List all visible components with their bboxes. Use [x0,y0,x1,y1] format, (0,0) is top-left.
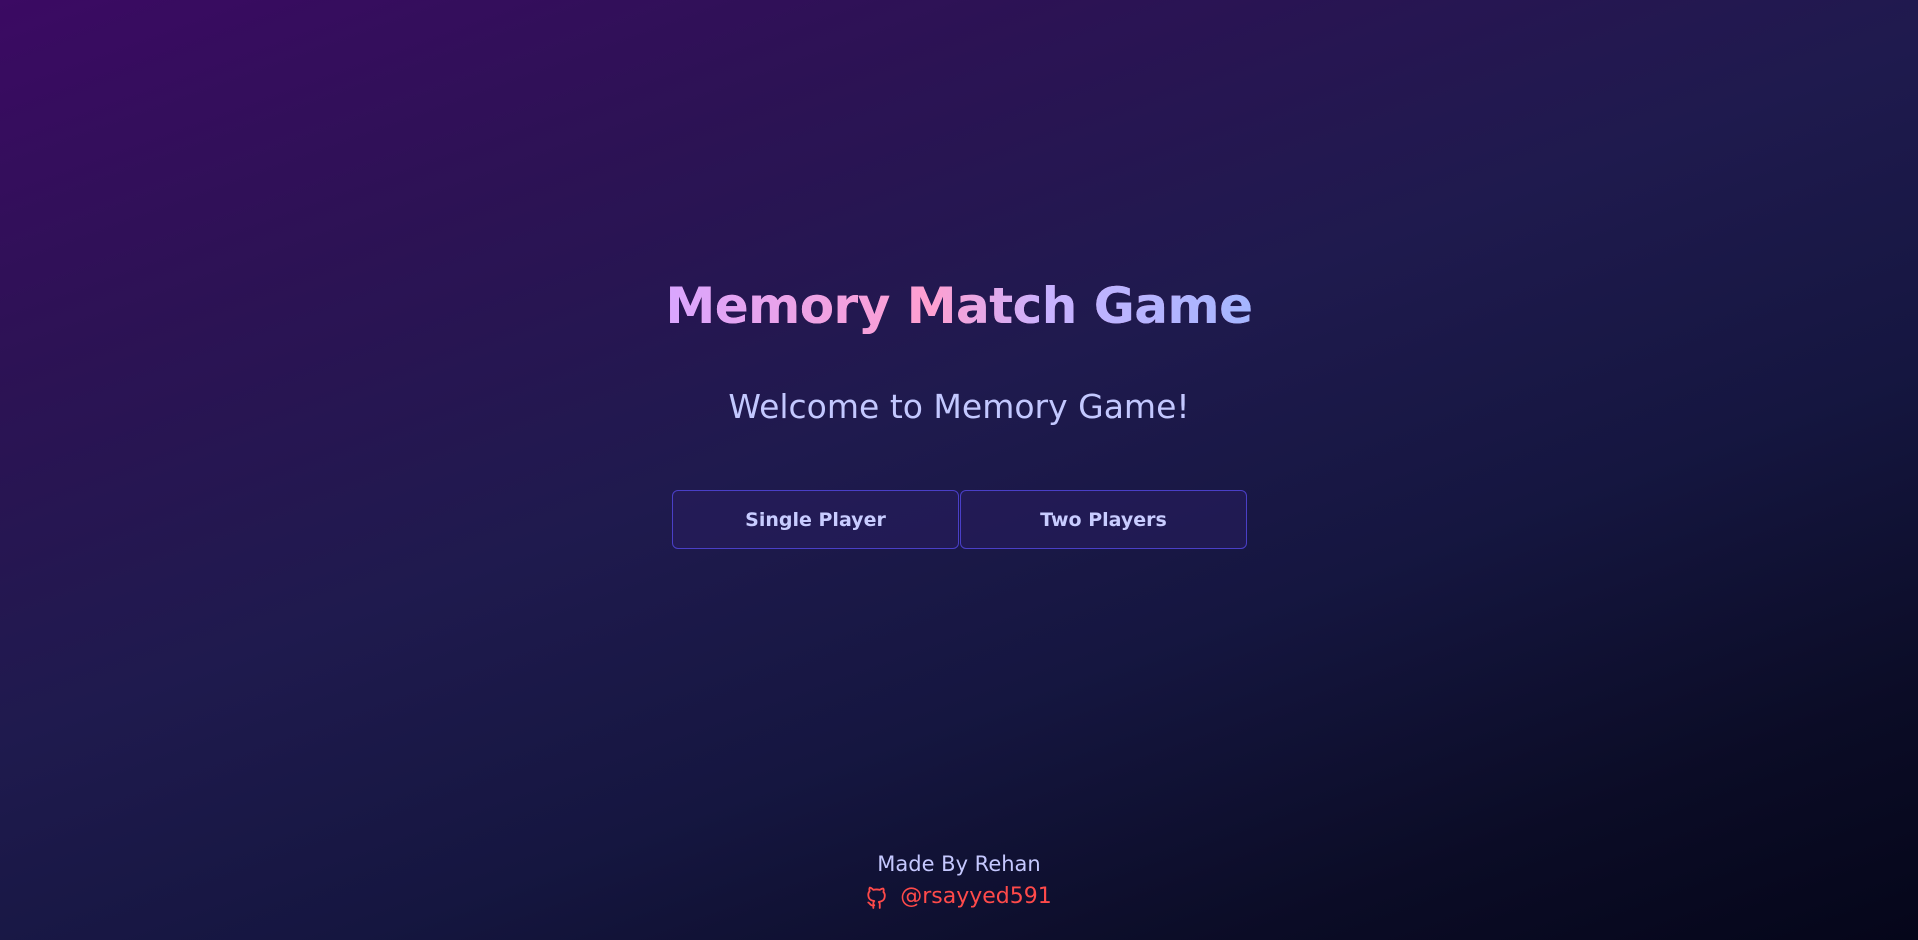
welcome-message: Welcome to Memory Game! [728,387,1190,426]
github-icon [866,885,888,909]
footer: Made By Rehan @rsayyed591 [0,848,1918,913]
made-by-text: Made By Rehan [877,852,1041,876]
page-title: Memory Match Game [0,272,1918,340]
two-players-button[interactable]: Two Players [960,490,1247,549]
single-player-button[interactable]: Single Player [672,490,959,549]
github-link[interactable]: @rsayyed591 [866,882,1052,912]
mode-selector: Single Player Two Players [672,490,1248,550]
github-handle: @rsayyed591 [900,884,1052,909]
